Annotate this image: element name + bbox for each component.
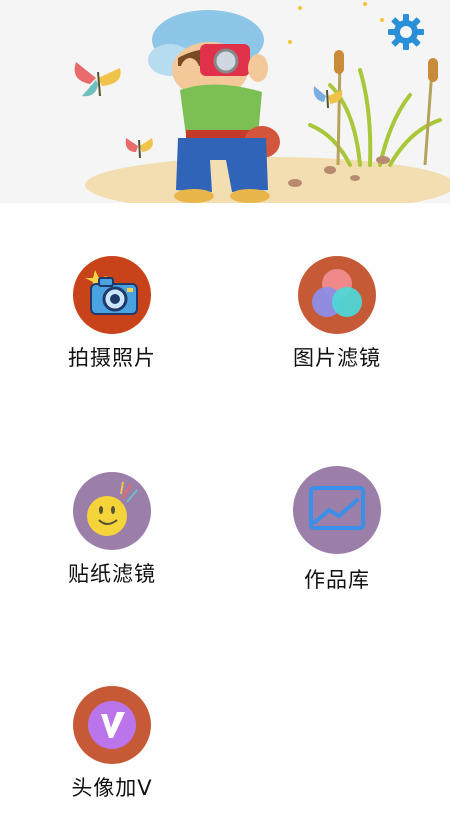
gallery-button[interactable]: 作品库 — [262, 466, 412, 596]
take-photo-label: 拍摄照片 — [68, 346, 156, 370]
take-photo-icon-circle — [73, 256, 151, 334]
banner-illustration — [74, 2, 450, 203]
photo-filter-icon-circle — [298, 256, 376, 334]
sticker-filter-button[interactable]: 贴纸滤镜 — [37, 472, 187, 602]
settings-button[interactable] — [386, 12, 426, 52]
smiley-icon — [87, 481, 138, 536]
header-banner — [0, 0, 450, 203]
photo-filter-button[interactable]: 图片滤镜 — [262, 256, 412, 386]
photo-filter-label: 图片滤镜 — [293, 346, 381, 370]
camera-icon — [85, 270, 138, 315]
take-photo-button[interactable]: 拍摄照片 — [37, 256, 187, 386]
gallery-label: 作品库 — [304, 568, 370, 592]
sticker-filter-icon-circle — [73, 472, 151, 550]
avatar-v-button[interactable]: 头像加V — [37, 686, 187, 816]
avatar-v-label: 头像加V — [71, 776, 153, 800]
image-chart-icon — [309, 486, 365, 530]
sticker-filter-label: 贴纸滤镜 — [68, 562, 156, 586]
color-circles-icon — [312, 269, 362, 317]
avatar-v-icon-circle — [73, 686, 151, 764]
gallery-icon-circle — [293, 466, 381, 554]
v-badge-icon — [88, 701, 136, 749]
gear-icon — [388, 14, 424, 50]
